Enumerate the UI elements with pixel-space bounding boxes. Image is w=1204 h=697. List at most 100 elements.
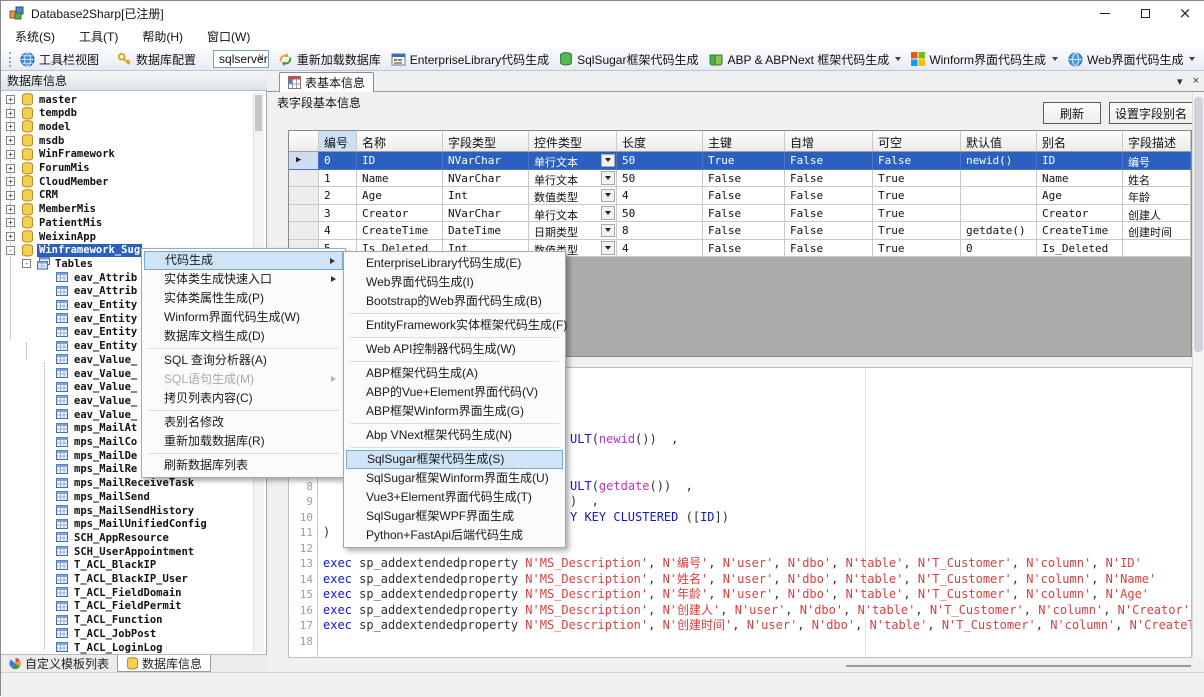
tree-item[interactable]: T_ACL_BlackIP_User <box>2 573 266 587</box>
grid-cell[interactable]: 单行文本 <box>529 152 617 170</box>
tree-item[interactable]: T_ACL_BlackIP <box>2 559 266 573</box>
menu-item[interactable]: Abp VNext框架代码生成(N) <box>346 426 563 445</box>
grid-column-header[interactable]: 控件类型 <box>529 131 617 152</box>
grid-cell[interactable]: Is_Deleted <box>1037 240 1123 258</box>
grid-row[interactable]: 3CreatorNVarChar单行文本50FalseFalseTrueCrea… <box>289 205 1191 223</box>
grid-cell[interactable]: False <box>785 170 873 188</box>
toolbar-winform-button[interactable]: Winform界面代码生成 <box>906 49 1063 70</box>
tree-item[interactable]: mps_MailSendHistory <box>2 504 266 518</box>
cell-dropdown-button[interactable] <box>601 154 615 168</box>
grid-cell[interactable]: 编号 <box>1123 152 1191 170</box>
tree-item[interactable]: +tempdb <box>2 107 266 121</box>
grid-cell[interactable]: True <box>873 222 961 240</box>
grid-cell[interactable]: 姓名 <box>1123 170 1191 188</box>
grid-cell[interactable] <box>961 170 1037 188</box>
grid-cell[interactable]: getdate() <box>961 222 1037 240</box>
grid-column-header[interactable]: 可空 <box>873 131 961 152</box>
tree-item[interactable]: +ForumMis <box>2 162 266 176</box>
row-selector-cell[interactable] <box>289 222 319 240</box>
grid-cell[interactable]: NVarChar <box>443 152 529 170</box>
tree-item[interactable]: SCH_UserAppointment <box>2 545 266 559</box>
grid-cell[interactable]: True <box>873 187 961 205</box>
row-selector-cell[interactable] <box>289 170 319 188</box>
cell-dropdown-button[interactable] <box>601 171 615 185</box>
grid-cell[interactable]: Creator <box>357 205 443 223</box>
menu-tools[interactable]: 工具(T) <box>69 25 128 48</box>
menu-item[interactable]: SQL语句生成(M) <box>144 370 343 389</box>
tab-list-dropdown-icon[interactable]: ▾ <box>1177 75 1183 88</box>
menu-item[interactable]: 刷新数据库列表 <box>144 456 343 475</box>
collapse-icon[interactable]: - <box>22 259 31 268</box>
grid-cell[interactable]: False <box>703 222 785 240</box>
tab-custom-templates[interactable]: 自定义模板列表 <box>1 655 117 672</box>
grid-cell[interactable]: 0 <box>961 240 1037 258</box>
menu-item[interactable]: SqlSugar框架代码生成(S) <box>346 450 563 469</box>
expand-icon[interactable]: + <box>6 150 15 159</box>
expand-icon[interactable]: + <box>6 164 15 173</box>
cell-dropdown-button[interactable] <box>601 241 615 255</box>
grid-cell[interactable]: Int <box>443 187 529 205</box>
tree-item[interactable]: +msdb <box>2 134 266 148</box>
grid-cell[interactable] <box>961 187 1037 205</box>
grid-column-header[interactable]: 默认值 <box>961 131 1037 152</box>
menu-item[interactable]: ABP框架Winform界面生成(G) <box>346 402 563 421</box>
menu-system[interactable]: 系统(S) <box>5 25 65 48</box>
maximize-button[interactable] <box>1125 1 1165 25</box>
toolbar-abp-button[interactable]: ABP & ABPNext 框架代码生成 <box>703 49 906 70</box>
grid-column-header[interactable]: 别名 <box>1037 131 1123 152</box>
tree-item[interactable]: T_ACL_JobPost <box>2 627 266 641</box>
grid-cell[interactable]: Name <box>357 170 443 188</box>
grid-cell[interactable]: NVarChar <box>443 205 529 223</box>
tree-item[interactable]: T_ACL_LoginLog <box>2 641 266 654</box>
tree-item[interactable]: T_ACL_FieldPermit <box>2 600 266 614</box>
collapse-icon[interactable]: - <box>6 246 15 255</box>
menu-item[interactable]: ABP框架代码生成(A) <box>346 364 563 383</box>
grid-cell[interactable]: 日期类型 <box>529 222 617 240</box>
toolbar-enterpriselibrary-button[interactable]: EnterpriseLibrary代码生成 <box>386 49 554 70</box>
menu-item[interactable]: Vue3+Element界面代码生成(T) <box>346 488 563 507</box>
grid-cell[interactable]: Name <box>1037 170 1123 188</box>
expand-icon[interactable]: + <box>6 177 15 186</box>
grid-cell[interactable]: 1 <box>319 170 357 188</box>
tree-item[interactable]: +MemberMis <box>2 203 266 217</box>
grid-cell[interactable]: True <box>873 205 961 223</box>
minimize-button[interactable] <box>1085 1 1125 25</box>
grid-cell[interactable]: CreateTime <box>1037 222 1123 240</box>
toolbar-view-button[interactable]: 工具栏视图 <box>15 49 104 70</box>
cell-dropdown-button[interactable] <box>601 206 615 220</box>
grid-cell[interactable]: False <box>703 240 785 258</box>
toolbar-db-config-button[interactable]: 数据库配置 <box>112 49 201 70</box>
grid-cell[interactable]: 50 <box>617 170 703 188</box>
grid-cell[interactable]: False <box>703 187 785 205</box>
grid-cell[interactable]: Creator <box>1037 205 1123 223</box>
expand-icon[interactable]: + <box>6 218 15 227</box>
grid-cell[interactable]: 50 <box>617 205 703 223</box>
menu-item[interactable]: 表别名修改 <box>144 413 343 432</box>
grid-cell[interactable]: 2 <box>319 187 357 205</box>
menu-item[interactable]: Winform界面代码生成(W) <box>144 308 343 327</box>
menu-item[interactable]: 数据库文档生成(D) <box>144 327 343 346</box>
cell-dropdown-button[interactable] <box>601 189 615 203</box>
menu-item[interactable]: 重新加载数据库(R) <box>144 432 343 451</box>
grid-cell[interactable]: False <box>703 170 785 188</box>
toolbar-reload-db-button[interactable]: 重新加载数据库 <box>273 49 386 70</box>
expand-icon[interactable]: + <box>6 205 15 214</box>
row-selector-cell[interactable] <box>289 187 319 205</box>
tab-close-icon[interactable]: × <box>1193 75 1199 88</box>
grid-cell[interactable]: 4 <box>319 222 357 240</box>
grid-cell[interactable] <box>961 205 1037 223</box>
set-field-alias-button[interactable]: 设置字段别名 <box>1109 102 1193 124</box>
menu-item[interactable]: Bootstrap的Web界面代码生成(B) <box>346 292 563 311</box>
grid-row[interactable]: ▶0IDNVarChar单行文本50TrueFalseFalsenewid()I… <box>289 152 1191 170</box>
expand-icon[interactable]: + <box>6 191 15 200</box>
grid-cell[interactable]: DateTime <box>443 222 529 240</box>
tree-item[interactable]: +PatientMis <box>2 216 266 230</box>
menu-help[interactable]: 帮助(H) <box>132 25 193 48</box>
grid-cell[interactable]: 单行文本 <box>529 205 617 223</box>
grid-cell[interactable]: 单行文本 <box>529 170 617 188</box>
grid-cell[interactable]: newid() <box>961 152 1037 170</box>
grid-cell[interactable]: 4 <box>617 187 703 205</box>
tree-item[interactable]: +WinFramework <box>2 148 266 162</box>
grid-selector-header[interactable] <box>289 131 319 152</box>
grid-cell[interactable]: True <box>873 240 961 258</box>
